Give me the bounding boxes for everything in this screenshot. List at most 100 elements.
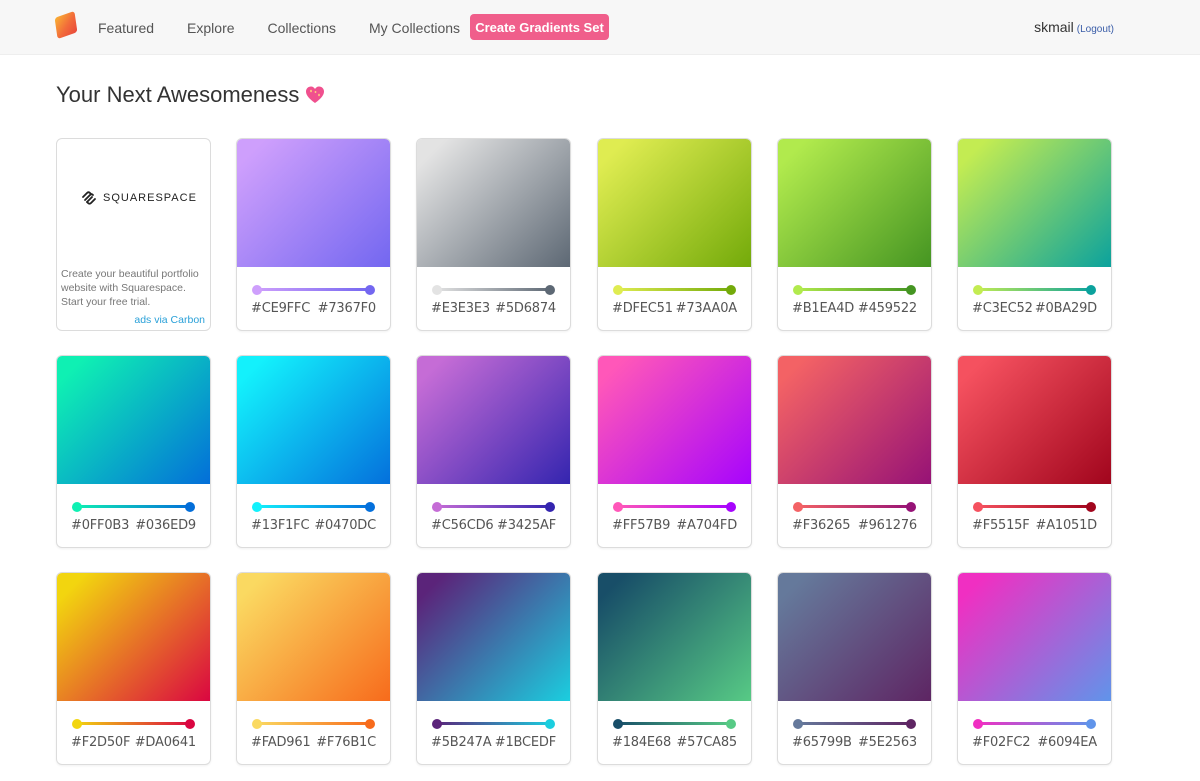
gradient-swatch[interactable] bbox=[958, 139, 1111, 267]
gradient-from-code[interactable]: #CE9FFC bbox=[251, 301, 310, 316]
gradient-start-knob[interactable] bbox=[252, 285, 262, 295]
ad-text[interactable]: Create your beautiful portfolio website … bbox=[61, 267, 206, 309]
gradient-start-knob[interactable] bbox=[793, 285, 803, 295]
gradient-start-knob[interactable] bbox=[613, 719, 623, 729]
gradient-to-code[interactable]: #5E2563 bbox=[858, 735, 917, 750]
gradient-start-knob[interactable] bbox=[613, 285, 623, 295]
gradient-from-code[interactable]: #13F1FC bbox=[251, 518, 310, 533]
nav-featured[interactable]: Featured bbox=[98, 20, 154, 36]
gradient-from-code[interactable]: #65799B bbox=[792, 735, 852, 750]
gradient-swatch[interactable] bbox=[778, 573, 931, 701]
nav-collections[interactable]: Collections bbox=[268, 20, 336, 36]
gradient-end-knob[interactable] bbox=[726, 719, 736, 729]
gradient-card[interactable]: #F2D50F #DA0641 bbox=[56, 572, 211, 765]
gradient-start-knob[interactable] bbox=[432, 285, 442, 295]
gradient-from-code[interactable]: #F02FC2 bbox=[972, 735, 1031, 750]
gradient-end-knob[interactable] bbox=[1086, 285, 1096, 295]
gradient-card[interactable]: #0FF0B3 #036ED9 bbox=[56, 355, 211, 548]
create-gradients-set-button[interactable]: Create Gradients Set bbox=[470, 14, 609, 40]
gradient-card[interactable]: #B1EA4D #459522 bbox=[777, 138, 932, 331]
gradient-end-knob[interactable] bbox=[365, 719, 375, 729]
gradient-swatch[interactable] bbox=[958, 573, 1111, 701]
gradient-swatch[interactable] bbox=[958, 356, 1111, 484]
gradient-card[interactable]: #65799B #5E2563 bbox=[777, 572, 932, 765]
gradient-card[interactable]: #13F1FC #0470DC bbox=[236, 355, 391, 548]
gradient-to-code[interactable]: #A704FD bbox=[676, 518, 737, 533]
gradient-start-knob[interactable] bbox=[793, 502, 803, 512]
gradient-start-knob[interactable] bbox=[973, 719, 983, 729]
gradient-to-code[interactable]: #0470DC bbox=[314, 518, 376, 533]
gradient-card[interactable]: #184E68 #57CA85 bbox=[597, 572, 752, 765]
ads-via-carbon-link[interactable]: ads via Carbon bbox=[134, 314, 205, 326]
gradient-to-code[interactable]: #57CA85 bbox=[676, 735, 737, 750]
gradient-from-code[interactable]: #184E68 bbox=[612, 735, 671, 750]
app-logo-icon[interactable] bbox=[54, 10, 78, 40]
gradient-end-knob[interactable] bbox=[545, 719, 555, 729]
gradient-swatch[interactable] bbox=[57, 356, 210, 484]
gradient-to-code[interactable]: #036ED9 bbox=[135, 518, 196, 533]
gradient-start-knob[interactable] bbox=[613, 502, 623, 512]
gradient-start-knob[interactable] bbox=[432, 502, 442, 512]
gradient-end-knob[interactable] bbox=[726, 285, 736, 295]
gradient-end-knob[interactable] bbox=[365, 285, 375, 295]
gradient-from-code[interactable]: #B1EA4D bbox=[792, 301, 854, 316]
gradient-from-code[interactable]: #C3EC52 bbox=[972, 301, 1033, 316]
gradient-swatch[interactable] bbox=[237, 573, 390, 701]
gradient-card[interactable]: #5B247A #1BCEDF bbox=[416, 572, 571, 765]
gradient-swatch[interactable] bbox=[417, 139, 570, 267]
gradient-swatch[interactable] bbox=[417, 356, 570, 484]
gradient-card[interactable]: #E3E3E3 #5D6874 bbox=[416, 138, 571, 331]
gradient-to-code[interactable]: #1BCEDF bbox=[495, 735, 556, 750]
nav-my-collections[interactable]: My Collections bbox=[369, 20, 460, 36]
gradient-card[interactable]: #C56CD6 #3425AF bbox=[416, 355, 571, 548]
gradient-to-code[interactable]: #6094EA bbox=[1037, 735, 1097, 750]
gradient-card[interactable]: #CE9FFC #7367F0 bbox=[236, 138, 391, 331]
gradient-start-knob[interactable] bbox=[72, 502, 82, 512]
gradient-from-code[interactable]: #5B247A bbox=[431, 735, 492, 750]
gradient-end-knob[interactable] bbox=[906, 719, 916, 729]
gradient-to-code[interactable]: #459522 bbox=[858, 301, 917, 316]
gradient-card[interactable]: #C3EC52 #0BA29D bbox=[957, 138, 1112, 331]
gradient-from-code[interactable]: #F2D50F bbox=[71, 735, 130, 750]
gradient-card[interactable]: #F36265 #961276 bbox=[777, 355, 932, 548]
gradient-end-knob[interactable] bbox=[185, 719, 195, 729]
gradient-to-code[interactable]: #73AA0A bbox=[676, 301, 738, 316]
gradient-start-knob[interactable] bbox=[72, 719, 82, 729]
gradient-to-code[interactable]: #DA0641 bbox=[135, 735, 196, 750]
gradient-card[interactable]: #F02FC2 #6094EA bbox=[957, 572, 1112, 765]
gradient-end-knob[interactable] bbox=[1086, 502, 1096, 512]
gradient-swatch[interactable] bbox=[598, 573, 751, 701]
gradient-from-code[interactable]: #F36265 bbox=[792, 518, 851, 533]
gradient-from-code[interactable]: #C56CD6 bbox=[431, 518, 494, 533]
gradient-end-knob[interactable] bbox=[545, 285, 555, 295]
gradient-from-code[interactable]: #DFEC51 bbox=[612, 301, 673, 316]
gradient-to-code[interactable]: #961276 bbox=[858, 518, 917, 533]
gradient-end-knob[interactable] bbox=[906, 502, 916, 512]
gradient-to-code[interactable]: #F76B1C bbox=[316, 735, 376, 750]
gradient-end-knob[interactable] bbox=[1086, 719, 1096, 729]
gradient-start-knob[interactable] bbox=[432, 719, 442, 729]
gradient-end-knob[interactable] bbox=[906, 285, 916, 295]
carbon-ad[interactable]: SQUARESPACE Create your beautiful portfo… bbox=[56, 138, 211, 331]
gradient-to-code[interactable]: #A1051D bbox=[1036, 518, 1098, 533]
gradient-from-code[interactable]: #FAD961 bbox=[251, 735, 311, 750]
gradient-to-code[interactable]: #3425AF bbox=[497, 518, 556, 533]
gradient-card[interactable]: #FAD961 #F76B1C bbox=[236, 572, 391, 765]
gradient-start-knob[interactable] bbox=[973, 502, 983, 512]
gradient-end-knob[interactable] bbox=[185, 502, 195, 512]
gradient-card[interactable]: #FF57B9 #A704FD bbox=[597, 355, 752, 548]
gradient-start-knob[interactable] bbox=[252, 502, 262, 512]
gradient-end-knob[interactable] bbox=[726, 502, 736, 512]
gradient-end-knob[interactable] bbox=[545, 502, 555, 512]
gradient-to-code[interactable]: #0BA29D bbox=[1035, 301, 1097, 316]
nav-explore[interactable]: Explore bbox=[187, 20, 234, 36]
gradient-start-knob[interactable] bbox=[252, 719, 262, 729]
gradient-swatch[interactable] bbox=[598, 356, 751, 484]
gradient-from-code[interactable]: #FF57B9 bbox=[612, 518, 670, 533]
gradient-end-knob[interactable] bbox=[365, 502, 375, 512]
gradient-from-code[interactable]: #E3E3E3 bbox=[431, 301, 490, 316]
gradient-from-code[interactable]: #F5515F bbox=[972, 518, 1030, 533]
gradient-swatch[interactable] bbox=[778, 139, 931, 267]
gradient-to-code[interactable]: #7367F0 bbox=[318, 301, 377, 316]
gradient-swatch[interactable] bbox=[237, 139, 390, 267]
